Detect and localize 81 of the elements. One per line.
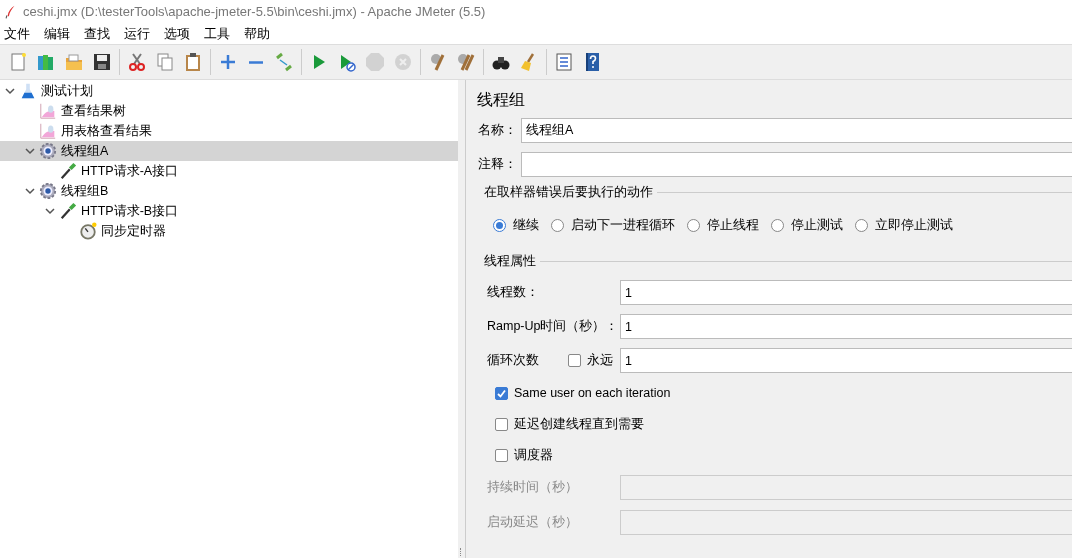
section-heading: 在取样器错误后要执行的动作 [484, 184, 653, 201]
minus-icon [249, 60, 263, 64]
radio-button[interactable] [771, 218, 784, 232]
field-label: Ramp-Up时间（秒）： [487, 318, 620, 335]
chevron-down-icon[interactable] [25, 187, 35, 195]
radio-option[interactable]: 停止线程 [687, 216, 759, 234]
copy-icon [155, 52, 175, 72]
input-field[interactable]: 1 [620, 348, 1072, 373]
checkbox[interactable] [495, 448, 508, 462]
menu-item[interactable]: 编辑 [43, 24, 76, 43]
plus-icon [218, 52, 238, 72]
menu-item[interactable]: 运行 [123, 24, 156, 43]
section-heading: 线程属性 [484, 253, 536, 270]
field-label: 持续时间（秒） [487, 479, 579, 496]
radio-label: 继续 [513, 216, 539, 234]
panel-title: 线程组 [477, 90, 526, 110]
field-label: 启动延迟（秒） [487, 514, 579, 531]
flask-icon [19, 82, 37, 100]
pipette-icon [59, 202, 77, 220]
checkbox[interactable] [495, 417, 508, 431]
list-icon [554, 52, 574, 72]
new-document-icon [8, 52, 28, 72]
stopwatch-icon [79, 222, 97, 240]
gear-icon [39, 182, 57, 200]
menu-item[interactable]: 查找 [83, 24, 116, 43]
radio-option[interactable]: 启动下一进程循环 [551, 216, 675, 234]
folder-icon [64, 52, 84, 72]
comment-field[interactable] [521, 152, 1072, 177]
tree-item[interactable]: 测试计划 [0, 81, 458, 101]
gear-icon [39, 142, 57, 160]
radio-button[interactable] [855, 218, 868, 232]
tree-item[interactable]: 同步定时器 [0, 221, 458, 241]
checkbox-label: 延迟创建线程直到需要 [514, 415, 644, 433]
name-field[interactable]: 线程组A [521, 118, 1072, 143]
checkbox-label: Same user on each iteration [514, 386, 671, 400]
checkbox-option[interactable]: 调度器 [495, 445, 1072, 465]
books-icon [36, 52, 56, 72]
checkbox-label: 调度器 [514, 446, 553, 464]
chart-icon [39, 102, 57, 120]
tree-item[interactable]: 用表格查看结果 [0, 121, 458, 141]
checkbox[interactable] [568, 354, 581, 367]
scissors-icon [127, 52, 147, 72]
tree-item[interactable]: 线程组A [0, 141, 458, 161]
menu-item[interactable]: 工具 [203, 24, 236, 43]
radio-label: 停止线程 [707, 216, 759, 234]
stop-icon [365, 52, 385, 72]
tree-item[interactable]: HTTP请求-A接口 [0, 161, 458, 181]
checkbox-option[interactable]: Same user on each iteration [495, 383, 1072, 403]
radio-label: 立即停止测试 [875, 216, 953, 234]
tree-item[interactable]: 线程组B [0, 181, 458, 201]
clipboard-icon [183, 52, 203, 72]
tree-item[interactable]: 查看结果树 [0, 101, 458, 121]
field-label: 循环次数 [487, 352, 540, 369]
close-circle-icon [393, 52, 413, 72]
input-field[interactable]: 1 [620, 314, 1072, 339]
save-icon [92, 52, 112, 72]
radio-button[interactable] [493, 218, 506, 232]
field-label: 名称： [477, 122, 518, 139]
pipette-icon [59, 162, 77, 180]
radio-button[interactable] [551, 218, 564, 232]
input-field[interactable]: 1 [620, 280, 1072, 305]
radio-label: 停止测试 [791, 216, 843, 234]
chevron-down-icon[interactable] [45, 207, 55, 215]
checkbox[interactable] [495, 386, 508, 400]
checkbox-option[interactable]: 延迟创建线程直到需要 [495, 414, 1072, 434]
field-label: 注释： [477, 156, 518, 173]
chart-icon [39, 122, 57, 140]
menu-item[interactable]: 文件 [3, 24, 36, 43]
radio-option[interactable]: 继续 [493, 216, 539, 234]
field-label: 线程数： [487, 284, 540, 301]
radio-label: 启动下一进程循环 [571, 216, 675, 234]
radio-option[interactable]: 停止测试 [771, 216, 843, 234]
window-title: ceshi.jmx (D:\testerTools\apache-jmeter-5.5\bin\ceshi.jmx) - Apache JMeter (5.5) [23, 4, 486, 19]
checkbox-label: 永远 [587, 352, 613, 369]
tree-item[interactable]: HTTP请求-B接口 [0, 201, 458, 221]
chevron-down-icon[interactable] [25, 147, 35, 155]
menu-item[interactable]: 选项 [163, 24, 196, 43]
menu-item[interactable]: 帮助 [243, 24, 276, 43]
radio-button[interactable] [687, 218, 700, 232]
chevron-down-icon[interactable] [5, 87, 15, 95]
radio-option[interactable]: 立即停止测试 [855, 216, 953, 234]
